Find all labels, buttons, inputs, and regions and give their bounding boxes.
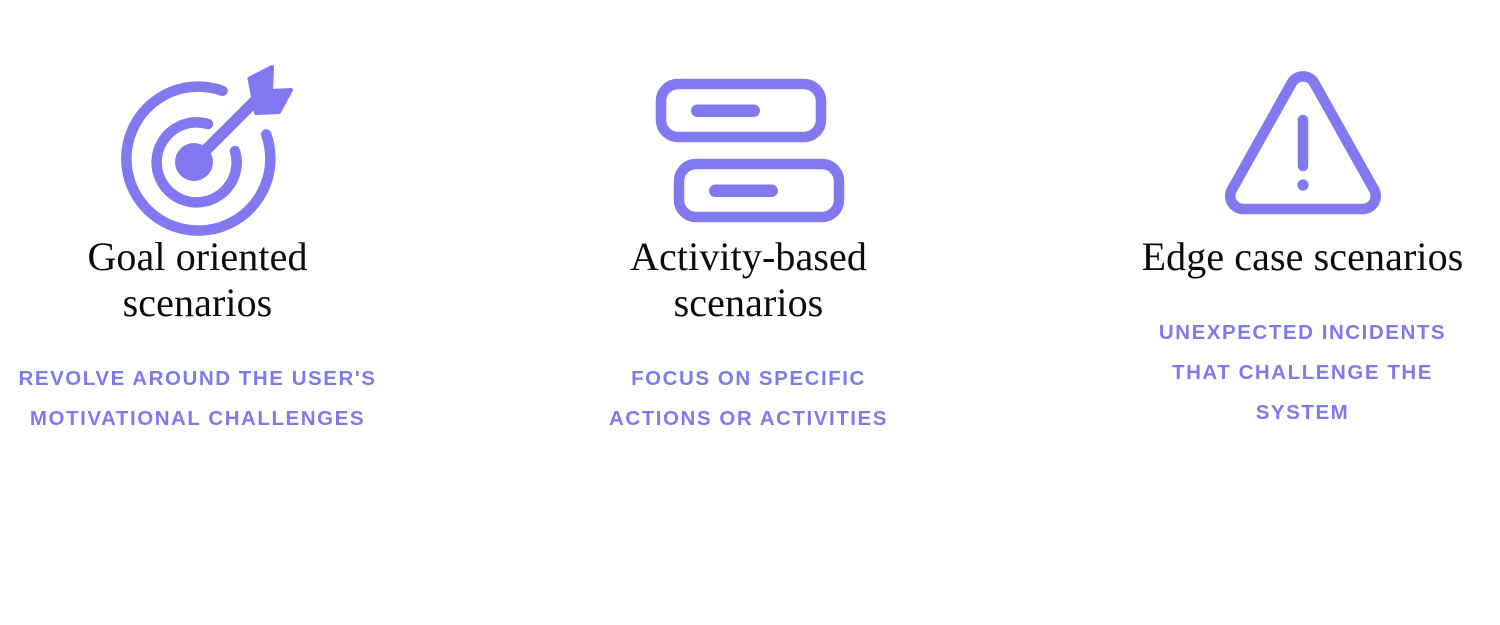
card-title: Goal oriented scenarios	[87, 234, 308, 325]
warning-triangle-icon	[1224, 71, 1381, 215]
card-title: Edge case scenarios	[1141, 234, 1464, 279]
card-subtitle: Focus on specific actions or activities	[609, 367, 888, 430]
feature-icon-slot	[551, 62, 946, 234]
target-arrow-icon	[120, 65, 293, 236]
feature-card-edge-case: Edge case scenarios Unexpected incidents…	[1105, 0, 1500, 433]
activity-bar-top-dash	[690, 104, 760, 117]
card-subtitle: Revolve around the user's motivational c…	[18, 367, 377, 430]
feature-icon-slot	[1105, 62, 1500, 234]
three-column-feature-board: Goal oriented scenarios Revolve around t…	[0, 0, 1500, 625]
card-title: Activity-based scenarios	[630, 234, 867, 325]
feature-card-activity-based: Activity-based scenarios Focus on specif…	[551, 0, 946, 439]
arrow-head	[247, 65, 293, 115]
activity-bar-bottom-dash	[708, 184, 778, 197]
stacked-bars-icon	[655, 78, 844, 223]
feature-icon-slot	[0, 62, 395, 236]
feature-card-goal-oriented: Goal oriented scenarios Revolve around t…	[0, 0, 395, 439]
exclamation-dot	[1296, 179, 1309, 191]
card-subtitle: Unexpected incidents that challenge the …	[1158, 321, 1447, 424]
